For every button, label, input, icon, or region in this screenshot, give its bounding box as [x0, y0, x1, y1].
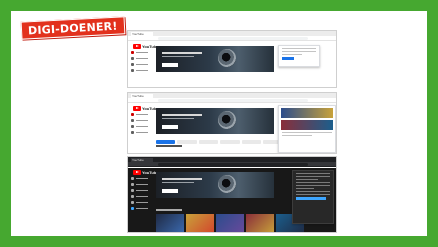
chip[interactable] [198, 140, 219, 144]
browser-url-bar [128, 98, 336, 103]
screenshot-1: YouTube YouTube [127, 30, 337, 88]
library-icon [131, 195, 134, 198]
subscriptions-icon [131, 189, 134, 192]
address-field[interactable] [158, 163, 308, 166]
sidebar-item[interactable] [131, 125, 151, 128]
chip[interactable] [241, 140, 262, 144]
video-thumbnail[interactable] [246, 214, 274, 232]
sidebar-item[interactable] [131, 189, 151, 192]
popup-button[interactable] [282, 57, 294, 60]
home-icon [131, 177, 134, 180]
promo-banner[interactable] [156, 46, 274, 72]
explore-icon [131, 119, 134, 122]
popup-button[interactable] [296, 197, 326, 200]
account-menu-popup[interactable] [292, 170, 334, 224]
sidebar-item[interactable] [131, 69, 151, 72]
subscriptions-icon [131, 125, 134, 128]
youtube-logo-icon[interactable] [133, 170, 141, 175]
youtube-logo-icon[interactable] [133, 44, 141, 49]
sidebar-item[interactable] [131, 201, 151, 204]
panel-thumbnail[interactable] [281, 120, 333, 130]
sidebar-item[interactable] [131, 183, 151, 186]
explore-icon [131, 183, 134, 186]
sidebar-item[interactable] [131, 63, 151, 66]
address-field[interactable] [158, 99, 308, 102]
sidebar-item[interactable] [131, 207, 151, 210]
promo-banner[interactable] [156, 108, 274, 134]
page-body: YouTube [128, 42, 336, 87]
youtube-logo-icon[interactable] [133, 106, 141, 111]
address-field[interactable] [158, 37, 308, 40]
video-thumbnail[interactable] [216, 214, 244, 232]
sidebar [131, 177, 151, 213]
settings-popup[interactable] [278, 45, 320, 67]
history-icon [131, 201, 134, 204]
sidebar-item[interactable] [131, 131, 151, 134]
home-icon [131, 113, 134, 116]
promo-banner[interactable] [156, 172, 274, 198]
video-thumbnail-row [156, 214, 304, 232]
camera-lens-image [218, 49, 236, 67]
side-panel[interactable] [278, 105, 336, 153]
chip[interactable] [177, 140, 197, 144]
banner-button[interactable] [162, 63, 178, 67]
sidebar-item[interactable] [131, 195, 151, 198]
explore-icon [131, 57, 134, 60]
page-body: YouTube [128, 104, 336, 153]
subscription-avatar-icon [131, 207, 134, 210]
banner-button[interactable] [162, 125, 178, 129]
library-icon [131, 69, 134, 72]
panel-thumbnail[interactable] [281, 108, 333, 118]
library-icon [131, 131, 134, 134]
video-thumbnail[interactable] [156, 214, 184, 232]
screenshot-2: YouTube YouTube [127, 92, 337, 154]
sidebar-item[interactable] [131, 57, 151, 60]
video-thumbnail[interactable] [186, 214, 214, 232]
camera-lens-image [218, 111, 236, 129]
section-title [156, 145, 182, 147]
browser-url-bar [128, 162, 336, 167]
sidebar-item[interactable] [131, 51, 151, 54]
banner-button[interactable] [162, 189, 178, 193]
sidebar [131, 51, 151, 75]
sidebar [131, 113, 151, 137]
subscriptions-icon [131, 63, 134, 66]
sidebar-item[interactable] [131, 113, 151, 116]
home-icon [131, 51, 134, 54]
chip[interactable] [156, 140, 176, 144]
chip[interactable] [220, 140, 240, 144]
sidebar-item[interactable] [131, 119, 151, 122]
browser-url-bar [128, 36, 336, 41]
screenshot-3: YouTube YouTube [127, 156, 337, 233]
page-body: YouTube [128, 168, 336, 232]
camera-lens-image [218, 175, 236, 193]
sidebar-item[interactable] [131, 177, 151, 180]
section-title [156, 209, 182, 211]
